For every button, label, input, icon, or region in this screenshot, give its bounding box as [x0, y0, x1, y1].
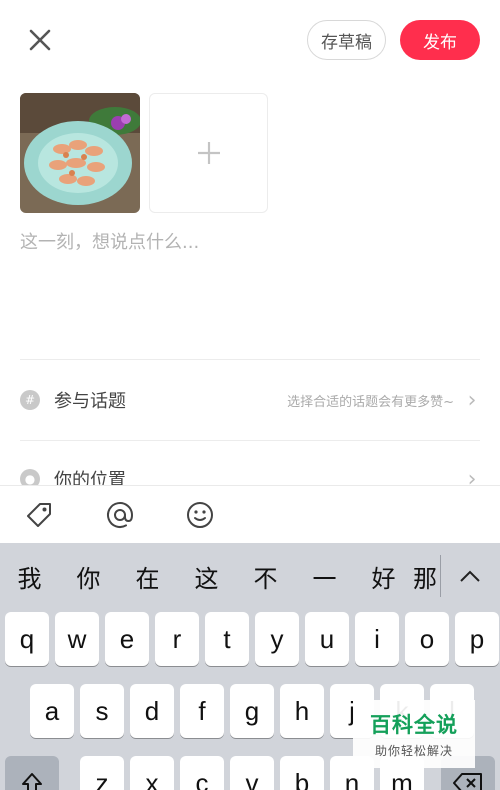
key-g[interactable]: g	[230, 684, 274, 738]
key-o[interactable]: o	[405, 612, 449, 666]
divider	[20, 440, 480, 441]
emoji-icon	[187, 502, 213, 528]
key-t[interactable]: t	[205, 612, 249, 666]
caption-input[interactable]: 这一刻，想说点什么...	[20, 228, 480, 338]
divider	[440, 555, 441, 597]
key-c[interactable]: c	[180, 756, 224, 790]
key-z[interactable]: z	[80, 756, 124, 790]
key-x[interactable]: x	[130, 756, 174, 790]
tag-icon	[27, 503, 51, 527]
candidate-word[interactable]: 好	[354, 559, 413, 594]
expand-candidates-button[interactable]	[452, 559, 488, 593]
candidate-word[interactable]: 那	[413, 559, 441, 594]
divider	[20, 359, 480, 360]
key-d[interactable]: d	[130, 684, 174, 738]
mention-button[interactable]	[103, 498, 137, 532]
shift-icon	[22, 773, 42, 790]
emoji-button[interactable]	[183, 498, 217, 532]
watermark-subtitle: 助你轻松解决	[374, 744, 453, 758]
publish-button[interactable]: 发布	[400, 20, 480, 60]
input-toolbar	[0, 485, 500, 543]
key-f[interactable]: f	[180, 684, 224, 738]
shift-key[interactable]	[5, 756, 59, 790]
candidate-word[interactable]: 你	[59, 559, 118, 594]
candidate-bar: 我 你 在 这 不 一 好 那	[0, 543, 500, 609]
key-b[interactable]: b	[280, 756, 324, 790]
key-u[interactable]: u	[305, 612, 349, 666]
topic-hint: 选择合适的话题会有更多赞~	[287, 394, 454, 410]
close-icon	[29, 29, 51, 51]
key-e[interactable]: e	[105, 612, 149, 666]
plus-icon	[197, 142, 220, 164]
candidate-word[interactable]: 在	[118, 559, 177, 594]
backspace-icon	[453, 773, 482, 790]
tag-button[interactable]	[22, 498, 56, 532]
at-icon	[107, 502, 134, 528]
candidate-word[interactable]: 不	[236, 559, 295, 594]
key-r[interactable]: r	[155, 612, 199, 666]
top-bar: 存草稿 发布	[0, 0, 500, 80]
photo-strip	[20, 93, 268, 213]
food-photo-image	[20, 93, 140, 213]
save-draft-button[interactable]: 存草稿	[307, 20, 386, 60]
close-button[interactable]	[24, 24, 56, 56]
key-y[interactable]: y	[255, 612, 299, 666]
chevron-up-icon	[460, 570, 480, 582]
key-p[interactable]: p	[455, 612, 499, 666]
add-photo-button[interactable]	[149, 93, 268, 213]
hashtag-icon: #	[20, 390, 40, 410]
key-w[interactable]: w	[55, 612, 99, 666]
topic-label: 参与话题	[54, 391, 126, 412]
photo-thumbnail[interactable]	[20, 93, 140, 213]
chevron-right-icon: ›	[467, 387, 477, 413]
key-v[interactable]: v	[230, 756, 274, 790]
key-h[interactable]: h	[280, 684, 324, 738]
watermark-logo: 百科全说 助你轻松解决	[353, 700, 475, 768]
candidate-word[interactable]: 我	[0, 559, 59, 594]
key-q[interactable]: q	[5, 612, 49, 666]
topic-row[interactable]: # 参与话题 选择合适的话题会有更多赞~ ›	[20, 376, 480, 424]
candidate-word[interactable]: 一	[295, 559, 354, 594]
key-s[interactable]: s	[80, 684, 124, 738]
key-i[interactable]: i	[355, 612, 399, 666]
candidate-word[interactable]: 这	[177, 559, 236, 594]
key-a[interactable]: a	[30, 684, 74, 738]
watermark-title: 百科全说	[370, 713, 458, 737]
